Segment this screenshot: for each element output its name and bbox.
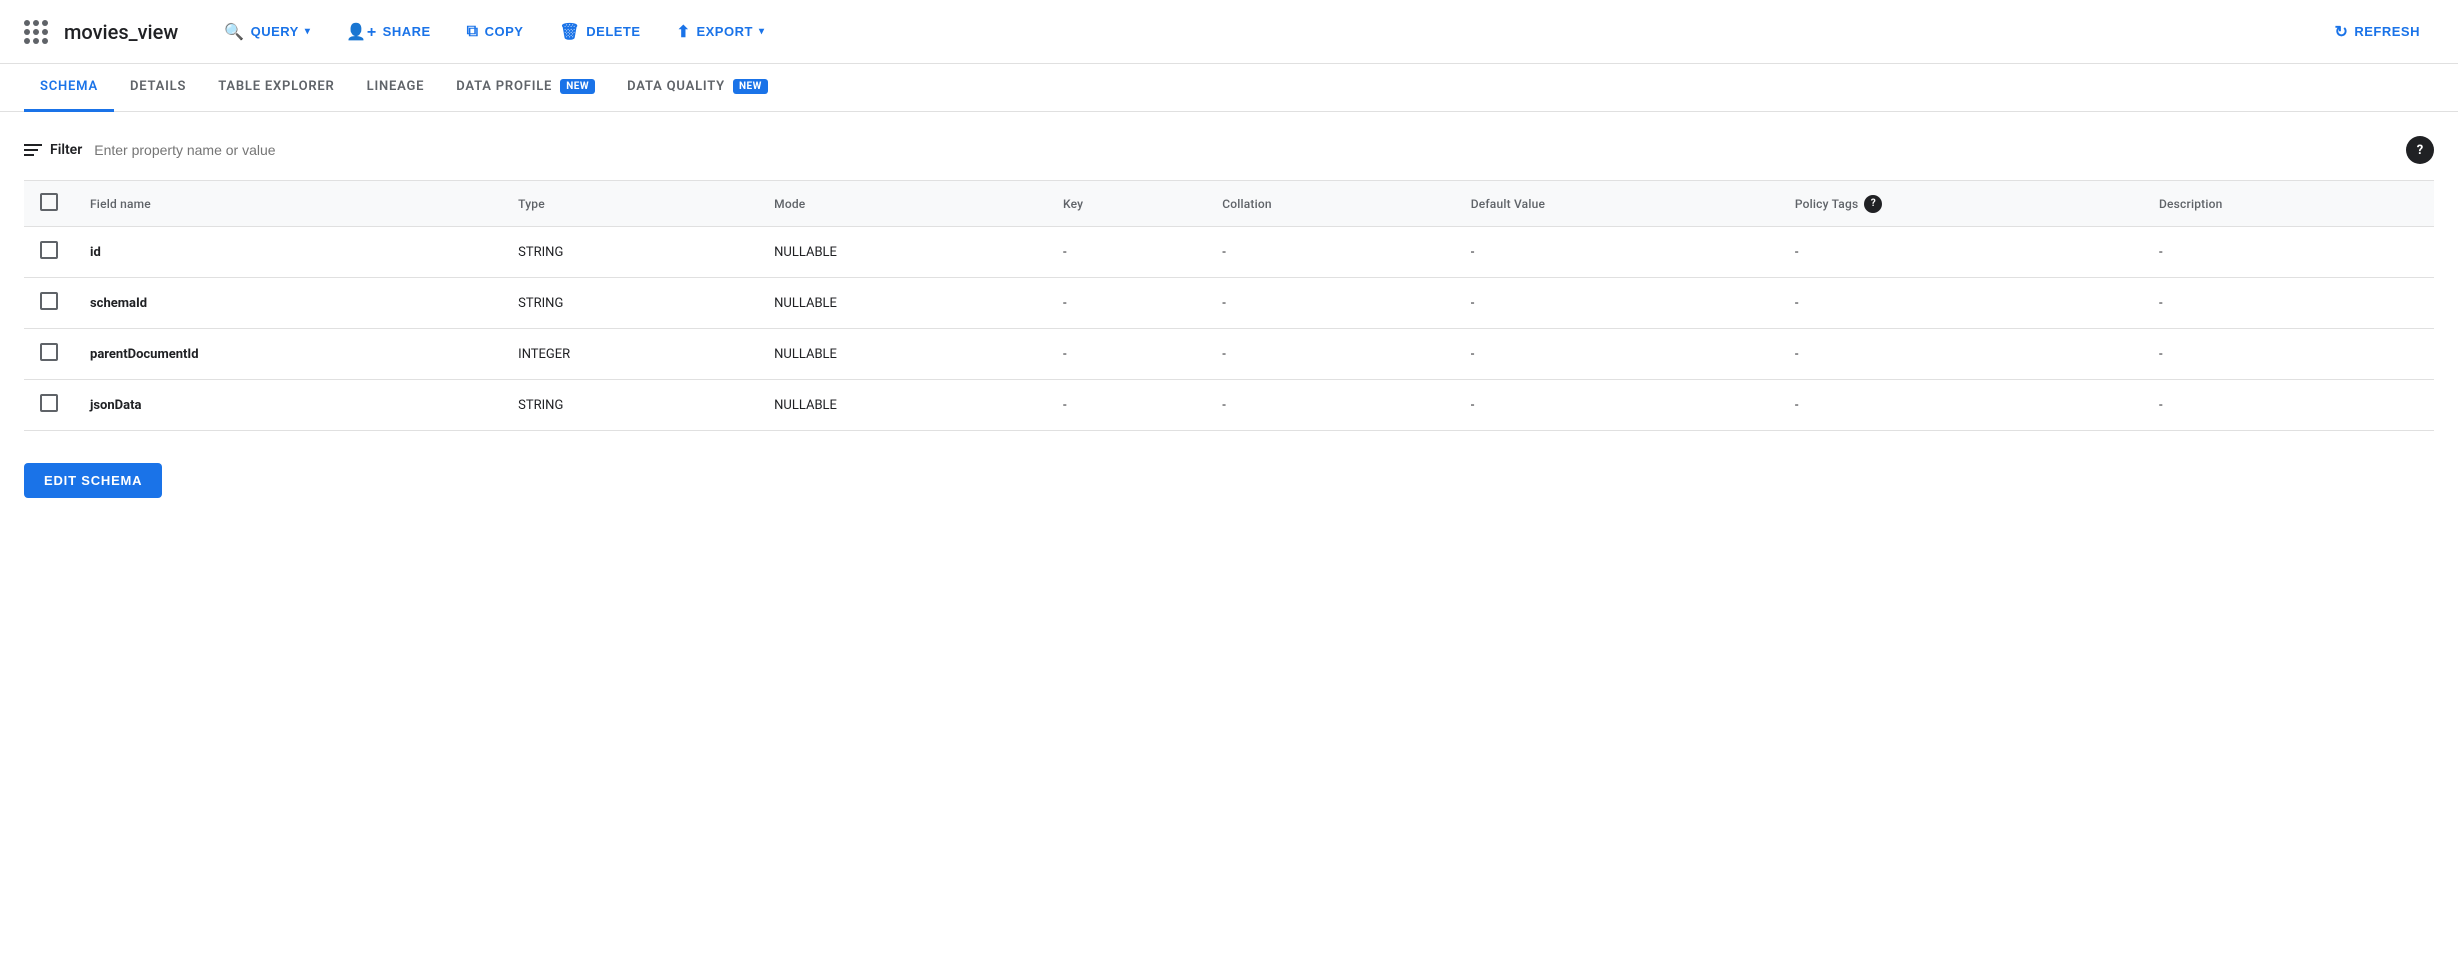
- copy-button[interactable]: ⧉ COPY: [453, 15, 538, 49]
- row-type: STRING: [502, 227, 758, 278]
- row-checkbox[interactable]: [40, 394, 58, 412]
- collation-header: Collation: [1206, 181, 1455, 227]
- row-checkbox[interactable]: [40, 241, 58, 259]
- row-policy-tags: -: [1779, 380, 2143, 431]
- help-icon[interactable]: ?: [2406, 136, 2434, 164]
- row-description: -: [2143, 380, 2434, 431]
- chevron-down-icon: ▾: [305, 26, 311, 37]
- tabs-bar: SCHEMA DETAILS TABLE EXPLORER LINEAGE DA…: [0, 64, 2458, 112]
- filter-icon: [24, 144, 42, 156]
- toolbar-actions: 🔍 QUERY ▾ 👤+ SHARE ⧉ COPY 🗑 DELETE ⬆ EXP…: [210, 14, 2434, 50]
- row-policy-tags: -: [1779, 278, 2143, 329]
- row-type: STRING: [502, 380, 758, 431]
- row-checkbox-cell[interactable]: [24, 278, 74, 329]
- chevron-down-icon: ▾: [759, 26, 765, 37]
- refresh-button[interactable]: ↻ REFRESH: [2320, 14, 2434, 50]
- filter-bar: Filter ?: [24, 136, 2434, 164]
- table-header-row: Field name Type Mode Key Collation Defau…: [24, 181, 2434, 227]
- filter-input[interactable]: [94, 142, 2394, 158]
- checkbox-header[interactable]: [24, 181, 74, 227]
- row-type: INTEGER: [502, 329, 758, 380]
- default-value-header: Default Value: [1455, 181, 1779, 227]
- row-collation: -: [1206, 227, 1455, 278]
- description-header: Description: [2143, 181, 2434, 227]
- row-checkbox[interactable]: [40, 292, 58, 310]
- filter-label: Filter: [24, 142, 82, 158]
- row-checkbox[interactable]: [40, 343, 58, 361]
- row-key: -: [1047, 329, 1206, 380]
- row-mode: NULLABLE: [758, 380, 1047, 431]
- tab-lineage[interactable]: LINEAGE: [351, 64, 441, 112]
- copy-icon: ⧉: [467, 23, 479, 41]
- table-row: schemaId STRING NULLABLE - - - - -: [24, 278, 2434, 329]
- row-mode: NULLABLE: [758, 227, 1047, 278]
- row-policy-tags: -: [1779, 329, 2143, 380]
- row-default-value: -: [1455, 227, 1779, 278]
- row-key: -: [1047, 278, 1206, 329]
- apps-grid-icon[interactable]: [24, 20, 48, 44]
- row-mode: NULLABLE: [758, 329, 1047, 380]
- row-mode: NULLABLE: [758, 278, 1047, 329]
- row-type: STRING: [502, 278, 758, 329]
- main-content: Filter ? Field name Type Mode Key Collat…: [0, 112, 2458, 530]
- tab-data-quality[interactable]: DATA QUALITY NEW: [611, 64, 784, 112]
- tab-schema[interactable]: SCHEMA: [24, 64, 114, 112]
- search-icon: 🔍: [224, 22, 244, 42]
- row-field-name: parentDocumentId: [74, 329, 502, 380]
- row-field-name: schemaId: [74, 278, 502, 329]
- schema-table: Field name Type Mode Key Collation Defau…: [24, 180, 2434, 431]
- row-description: -: [2143, 227, 2434, 278]
- row-checkbox-cell[interactable]: [24, 380, 74, 431]
- type-header: Type: [502, 181, 758, 227]
- table-row: parentDocumentId INTEGER NULLABLE - - - …: [24, 329, 2434, 380]
- row-checkbox-cell[interactable]: [24, 227, 74, 278]
- share-icon: 👤+: [346, 22, 376, 42]
- tab-table-explorer[interactable]: TABLE EXPLORER: [202, 64, 350, 112]
- tab-data-profile[interactable]: DATA PROFILE NEW: [440, 64, 611, 112]
- row-key: -: [1047, 227, 1206, 278]
- tab-details[interactable]: DETAILS: [114, 64, 202, 112]
- row-default-value: -: [1455, 278, 1779, 329]
- field-name-header: Field name: [74, 181, 502, 227]
- export-button[interactable]: ⬆ EXPORT ▾: [663, 14, 779, 50]
- table-row: id STRING NULLABLE - - - - -: [24, 227, 2434, 278]
- row-policy-tags: -: [1779, 227, 2143, 278]
- edit-schema-button[interactable]: EDIT SCHEMA: [24, 463, 162, 498]
- delete-button[interactable]: 🗑 DELETE: [545, 14, 654, 50]
- data-quality-new-badge: NEW: [733, 79, 768, 94]
- row-collation: -: [1206, 278, 1455, 329]
- policy-tags-help-icon[interactable]: ?: [1864, 195, 1882, 213]
- query-button[interactable]: 🔍 QUERY ▾: [210, 14, 324, 50]
- row-default-value: -: [1455, 380, 1779, 431]
- row-key: -: [1047, 380, 1206, 431]
- key-header: Key: [1047, 181, 1206, 227]
- share-button[interactable]: 👤+ SHARE: [332, 14, 444, 50]
- select-all-checkbox[interactable]: [40, 193, 58, 211]
- mode-header: Mode: [758, 181, 1047, 227]
- policy-tags-header: Policy Tags ?: [1779, 181, 2143, 227]
- row-collation: -: [1206, 329, 1455, 380]
- export-icon: ⬆: [677, 22, 691, 42]
- delete-icon: 🗑: [559, 22, 580, 42]
- page-title: movies_view: [64, 20, 178, 44]
- row-description: -: [2143, 329, 2434, 380]
- row-collation: -: [1206, 380, 1455, 431]
- data-profile-new-badge: NEW: [560, 79, 595, 94]
- row-description: -: [2143, 278, 2434, 329]
- row-checkbox-cell[interactable]: [24, 329, 74, 380]
- row-field-name: jsonData: [74, 380, 502, 431]
- table-row: jsonData STRING NULLABLE - - - - -: [24, 380, 2434, 431]
- toolbar: movies_view 🔍 QUERY ▾ 👤+ SHARE ⧉ COPY 🗑 …: [0, 0, 2458, 64]
- refresh-icon: ↻: [2334, 22, 2348, 42]
- row-field-name: id: [74, 227, 502, 278]
- row-default-value: -: [1455, 329, 1779, 380]
